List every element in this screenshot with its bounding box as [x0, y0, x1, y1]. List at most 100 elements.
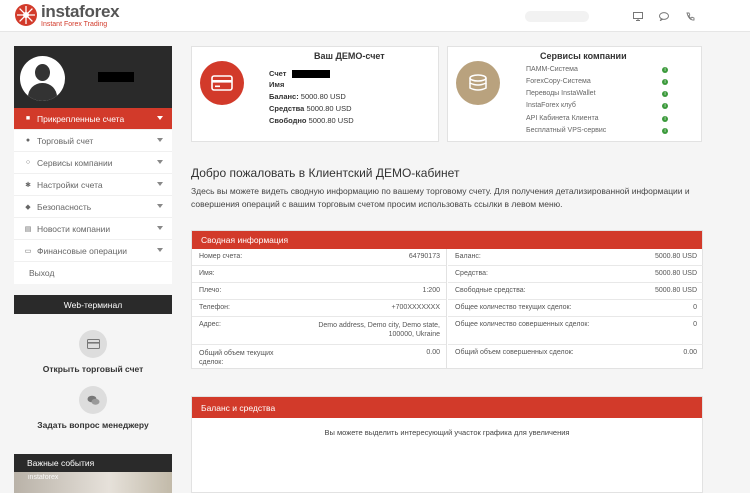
balance-value: 5000.80 USD	[300, 92, 346, 101]
sidebar-menu: ■ Прикрепленные счета ● Торговый счет ○ …	[14, 108, 172, 284]
info-icon: i	[662, 91, 668, 97]
balance-label: Баланс:	[269, 92, 299, 101]
free-label: Свободно	[269, 116, 307, 125]
chevron-down-icon	[157, 116, 163, 120]
redacted-account	[291, 70, 330, 79]
summary-row: Свободные средства: 5000.80 USD	[448, 283, 703, 300]
logo[interactable]: instaforex Instant Forex Trading	[14, 3, 120, 28]
summary-row: Общий объем текущих сделок: 0.00	[199, 349, 440, 366]
info-icon: i	[662, 79, 668, 85]
demo-free-row: Свободно 5000.80 USD	[269, 116, 354, 125]
ask-manager-label: Задать вопрос менеджеру	[37, 420, 149, 430]
chevron-down-icon	[157, 160, 163, 164]
card-icon	[79, 330, 107, 358]
sidebar-item-account-settings[interactable]: ✱ Настройки счета	[14, 174, 172, 196]
sidebar-item-label: Безопасность	[37, 201, 92, 212]
summary-panel: Сводная информация Номер счета: 64790173…	[191, 230, 703, 369]
demo-name-row: Имя	[269, 80, 284, 89]
chat-icon[interactable]	[658, 10, 670, 22]
avatar[interactable]	[20, 56, 65, 101]
service-item[interactable]: Переводы InstaWallet i	[526, 90, 668, 97]
summary-row: Адрес: Demo address, Demo city, Demo sta…	[192, 317, 446, 345]
user-icon: ●	[25, 137, 31, 144]
demo-equity-row: Средства 5000.80 USD	[269, 104, 351, 113]
summary-title: Сводная информация	[192, 231, 702, 249]
sidebar-item-company-services[interactable]: ○ Сервисы компании	[14, 152, 172, 174]
balance-panel-title: Баланс и средства	[192, 397, 702, 418]
summary-row: Плечо: 1:200	[192, 283, 446, 300]
welcome-title: Добро пожаловать в Клиентский ДЕМО-кабин…	[191, 166, 460, 180]
sidebar-item-label: Сервисы компании	[37, 157, 113, 168]
sidebar-item-label: Торговый счет	[37, 135, 94, 146]
summary-row: Баланс: 5000.80 USD	[448, 249, 703, 266]
chart-zoom-note: Вы можете выделить интересующий участок …	[324, 428, 570, 437]
summary-row: Имя:	[192, 266, 446, 283]
sidebar-item-label: Новости компании	[37, 223, 111, 234]
logout-label: Выход	[29, 268, 55, 278]
chevron-down-icon	[157, 182, 163, 186]
sidebar-item-label: Прикрепленные счета	[37, 113, 125, 124]
sidebar-item-company-news[interactable]: ▤ Новости компании	[14, 218, 172, 240]
service-item[interactable]: ForexCopy-Система i	[526, 78, 668, 85]
service-item[interactable]: Бесплатный VPS-сервис i	[526, 127, 668, 134]
service-item[interactable]: ПАММ-Система i	[526, 66, 668, 73]
welcome-text: Здесь вы можете видеть сводную информаци…	[191, 186, 690, 209]
demo-balance-row: Баланс: 5000.80 USD	[269, 92, 346, 101]
shield-icon: ◆	[25, 203, 31, 211]
monitor-icon[interactable]	[632, 10, 644, 22]
summary-row: Общий объем совершенных сделок: 0.00	[455, 349, 697, 356]
name-label: Имя	[269, 80, 285, 89]
chevron-down-icon	[157, 248, 163, 252]
redacted-username	[98, 72, 134, 82]
ask-manager-action[interactable]: Задать вопрос менеджеру	[14, 386, 172, 430]
coins-icon	[456, 61, 500, 105]
summary-row: Средства: 5000.80 USD	[448, 266, 703, 283]
info-icon: i	[662, 103, 668, 109]
summary-row: Номер счета: 64790173	[192, 249, 446, 266]
equity-label: Средства	[269, 104, 305, 113]
account-label: Счет	[269, 69, 287, 78]
services-card-title: Сервисы компании	[540, 51, 627, 61]
service-item[interactable]: API Кабинета Клиента i	[526, 115, 668, 122]
chevron-down-icon	[157, 138, 163, 142]
info-icon: i	[662, 116, 668, 122]
logo-tagline: Instant Forex Trading	[41, 21, 108, 28]
service-item[interactable]: InstaForex клуб i	[526, 102, 668, 109]
open-account-label: Открыть торговый счет	[42, 364, 144, 374]
summary-row: Общее количество совершенных сделок: 0	[448, 317, 703, 345]
chat-bubbles-icon	[79, 386, 107, 414]
chevron-down-icon	[157, 226, 163, 230]
gear-icon: ✱	[25, 181, 31, 189]
document-icon: ■	[25, 115, 31, 122]
demo-card-title: Ваш ДЕМО-счет	[314, 51, 385, 61]
web-terminal-button[interactable]: Web-терминал	[14, 295, 172, 314]
events-banner[interactable]: instaforex	[14, 472, 172, 493]
top-search-pill[interactable]	[525, 11, 589, 22]
wallet-icon: ▭	[24, 247, 32, 255]
phone-icon[interactable]	[684, 10, 696, 22]
info-icon: i	[662, 67, 668, 73]
chevron-down-icon	[157, 204, 163, 208]
card-icon	[200, 61, 244, 105]
newspaper-icon: ▤	[24, 225, 32, 233]
balance-panel: Баланс и средства Вы можете выделить инт…	[191, 396, 703, 493]
sidebar-item-attached-accounts[interactable]: ■ Прикрепленные счета	[14, 108, 172, 130]
sidebar-item-label: Финансовые операции	[37, 245, 127, 256]
open-account-action[interactable]: Открыть торговый счет	[14, 330, 172, 374]
demo-account-row: Счет	[269, 69, 330, 79]
sidebar-item-label: Настройки счета	[37, 179, 103, 190]
services-card: Сервисы компании ПАММ-Система i ForexCopy…	[447, 46, 702, 142]
profile-panel	[14, 46, 172, 108]
sidebar-item-logout[interactable]: Выход	[14, 262, 172, 284]
sidebar-item-financial-operations[interactable]: ▭ Финансовые операции	[14, 240, 172, 262]
events-header: Важные события	[14, 454, 172, 472]
free-value: 5000.80 USD	[308, 116, 354, 125]
summary-row: Общее количество текущих сделок: 0	[448, 300, 703, 317]
demo-account-card: Ваш ДЕМО-счет Счет Имя Баланс: 5000.80 U…	[191, 46, 439, 142]
sidebar-item-trading-account[interactable]: ● Торговый счет	[14, 130, 172, 152]
summary-row: Телефон: +700XXXXXXX	[192, 300, 446, 317]
top-bar: instaforex Instant Forex Trading	[0, 0, 750, 32]
sidebar-item-security[interactable]: ◆ Безопасность	[14, 196, 172, 218]
search-icon: ○	[25, 159, 31, 166]
banner-watermark: instaforex	[28, 474, 59, 481]
